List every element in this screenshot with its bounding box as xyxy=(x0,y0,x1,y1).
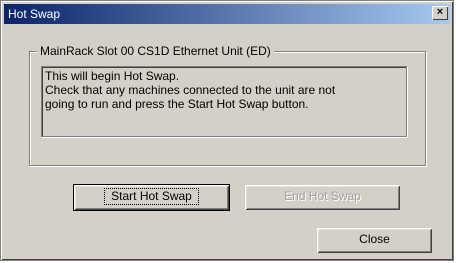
end-hot-swap-button[interactable]: End Hot Swap xyxy=(245,185,400,210)
close-icon[interactable]: × xyxy=(432,6,448,20)
message-text: This will begin Hot Swap. Check that any… xyxy=(41,66,407,137)
start-hot-swap-button[interactable]: Start Hot Swap xyxy=(73,184,230,211)
groupbox-title: MainRack Slot 00 CS1D Ethernet Unit (ED) xyxy=(37,44,274,58)
start-hot-swap-label: Start Hot Swap xyxy=(104,188,199,205)
close-button[interactable]: Close xyxy=(317,228,432,253)
window-title: Hot Swap xyxy=(8,7,61,21)
hot-swap-dialog: Hot Swap × MainRack Slot 00 CS1D Etherne… xyxy=(0,0,454,261)
title-bar[interactable]: Hot Swap × xyxy=(4,4,450,24)
